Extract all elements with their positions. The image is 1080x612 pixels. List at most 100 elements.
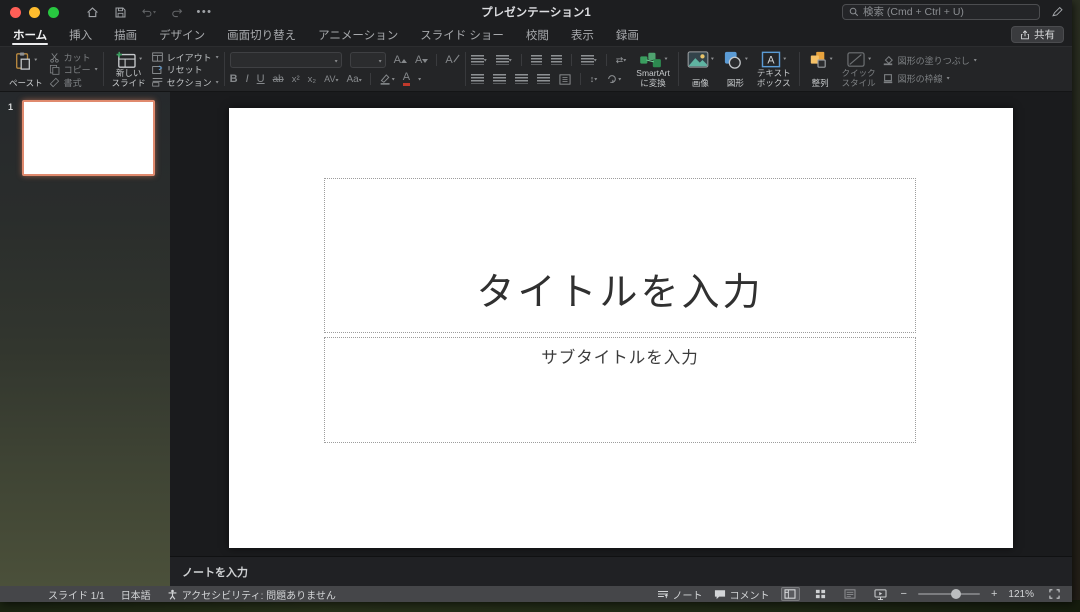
insert-group: ▾ 画像 ▾ 図形 A ▾ — [682, 48, 796, 90]
format-painter-button[interactable]: 書式 — [49, 76, 98, 88]
arrange-button[interactable]: ▾ 整列 — [805, 48, 836, 90]
insert-textbox-button[interactable]: A ▾ テキスト ボックス — [754, 48, 794, 90]
quick-styles-button[interactable]: ▾ クイック スタイル — [839, 48, 879, 90]
shape-fill-button[interactable]: 図形の塗りつぶし ▾ — [882, 54, 977, 66]
bold-button[interactable]: B — [230, 73, 238, 85]
insert-shapes-button[interactable]: ▾ 図形 — [720, 48, 751, 90]
slideshow-view-button[interactable] — [871, 587, 890, 601]
zoom-in-button[interactable]: + — [991, 589, 997, 599]
comments-button[interactable]: コメント — [714, 587, 770, 602]
arrange-icon — [808, 51, 828, 69]
tab-insert[interactable]: 挿入 — [58, 24, 103, 46]
font-size-combobox[interactable]: ▾ — [350, 52, 386, 68]
close-window-button[interactable] — [10, 7, 21, 18]
section-button[interactable]: セクション ▾ — [152, 76, 219, 88]
zoom-slider[interactable] — [918, 593, 980, 595]
fit-slide-to-window-button[interactable] — [1045, 587, 1064, 601]
change-case-button[interactable]: Aa▾ — [346, 74, 361, 85]
normal-view-icon — [784, 589, 796, 599]
tab-draw[interactable]: 描画 — [103, 24, 148, 46]
shape-outline-button[interactable]: 図形の枠線 ▾ — [882, 73, 977, 85]
search-box[interactable] — [842, 4, 1040, 20]
undo-dropdown-chevron[interactable]: ▾ — [153, 9, 156, 15]
strikethrough-button[interactable]: ab — [273, 74, 284, 85]
toggle-notes-button[interactable]: ノート — [657, 587, 703, 602]
decrease-indent-button[interactable] — [531, 55, 542, 65]
columns-button[interactable] — [559, 74, 571, 85]
tab-animations[interactable]: アニメーション — [307, 24, 409, 46]
tab-transitions[interactable]: 画面切り替え — [216, 24, 307, 46]
minimize-window-button[interactable] — [29, 7, 40, 18]
justify-button[interactable] — [537, 74, 550, 84]
tab-home[interactable]: ホーム — [2, 24, 58, 46]
ribbon-tab-bar: ホーム 挿入 描画 デザイン 画面切り替え アニメーション スライド ショー 校… — [0, 24, 1072, 46]
slides-group: ▾ 新しい スライド レイアウト ▾ — [107, 48, 221, 90]
numbering-button[interactable]: ▾ — [496, 55, 512, 65]
new-slide-icon — [115, 51, 137, 69]
tab-view[interactable]: 表示 — [560, 24, 605, 46]
more-toolbar-options-icon[interactable]: ••• — [197, 5, 212, 20]
italic-button[interactable]: I — [246, 73, 249, 85]
search-icon — [849, 7, 859, 17]
character-spacing-button[interactable]: AV▾ — [324, 74, 338, 84]
reset-button[interactable]: リセット — [152, 64, 219, 76]
zoom-out-button[interactable]: − — [901, 589, 907, 599]
tab-review[interactable]: 校閲 — [515, 24, 560, 46]
zoom-window-button[interactable] — [48, 7, 59, 18]
shrink-font-button[interactable]: A — [415, 54, 428, 66]
line-spacing-button[interactable]: ▾ — [581, 55, 597, 65]
align-right-button[interactable] — [515, 74, 528, 84]
rotate-text-button[interactable]: ▾ — [606, 74, 621, 84]
search-input[interactable] — [863, 6, 1033, 18]
slide[interactable]: タイトルを入力 サブタイトルを入力 — [229, 108, 1013, 548]
vertical-align-button[interactable]: ↕▾ — [590, 74, 598, 84]
home-icon[interactable] — [85, 5, 100, 20]
picture-icon — [687, 51, 709, 68]
paste-button[interactable]: ▾ ペースト — [6, 48, 46, 90]
traffic-lights — [10, 7, 59, 18]
notes-pane[interactable]: ノートを入力 — [170, 556, 1072, 586]
slide-thumbnail[interactable] — [22, 100, 155, 176]
clear-formatting-button[interactable]: A — [445, 54, 459, 66]
new-slide-button[interactable]: ▾ 新しい スライド — [109, 48, 149, 90]
cut-button[interactable]: カット — [49, 51, 98, 63]
copy-button[interactable]: コピー ▾ — [49, 64, 98, 76]
align-left-button[interactable] — [471, 74, 484, 84]
bullets-button[interactable]: ▾ — [471, 55, 487, 65]
font-color-button[interactable]: A — [403, 72, 410, 86]
notes-placeholder[interactable]: ノートを入力 — [182, 564, 248, 580]
subscript-button[interactable]: x₂ — [308, 74, 316, 85]
superscript-button[interactable]: x² — [292, 74, 300, 85]
normal-view-button[interactable] — [781, 587, 800, 601]
text-direction-button[interactable]: ⇄▾ — [616, 55, 627, 66]
tab-slideshow[interactable]: スライド ショー — [409, 24, 515, 46]
slide-sorter-view-button[interactable] — [811, 587, 830, 601]
accessibility-checker[interactable]: アクセシビリティ: 問題ありません — [167, 587, 336, 602]
zoom-slider-knob[interactable] — [951, 589, 961, 599]
subtitle-placeholder[interactable]: サブタイトルを入力 — [324, 337, 916, 443]
increase-indent-button[interactable] — [551, 55, 562, 65]
undo-icon[interactable]: ▾ — [141, 5, 156, 20]
convert-to-smartart-button[interactable]: ▾ SmartArt に変換 — [633, 48, 673, 90]
tab-record[interactable]: 録画 — [605, 24, 650, 46]
share-button[interactable]: 共有 — [1011, 26, 1064, 43]
redo-icon[interactable] — [169, 5, 184, 20]
tab-design[interactable]: デザイン — [148, 24, 216, 46]
zoom-level[interactable]: 121% — [1008, 589, 1034, 600]
highlight-pen-icon — [379, 73, 392, 85]
shapes-icon — [723, 51, 743, 69]
textbox-icon: A — [761, 51, 781, 68]
save-icon[interactable] — [113, 5, 128, 20]
grow-font-button[interactable]: A — [394, 54, 407, 66]
font-group: ▾ ▾ A A A B I U ab x² x₂ AV▾ Aa▾ — [228, 48, 462, 90]
reading-view-button[interactable] — [841, 587, 860, 601]
presence-pen-icon[interactable] — [1051, 6, 1064, 18]
insert-picture-button[interactable]: ▾ 画像 — [684, 48, 717, 90]
text-highlight-button[interactable]: ▾ — [379, 73, 395, 85]
align-center-button[interactable] — [493, 74, 506, 84]
layout-button[interactable]: レイアウト ▾ — [152, 51, 219, 63]
font-name-combobox[interactable]: ▾ — [230, 52, 342, 68]
title-placeholder[interactable]: タイトルを入力 — [324, 178, 916, 333]
underline-button[interactable]: U — [257, 73, 265, 85]
language-indicator[interactable]: 日本語 — [121, 587, 151, 602]
